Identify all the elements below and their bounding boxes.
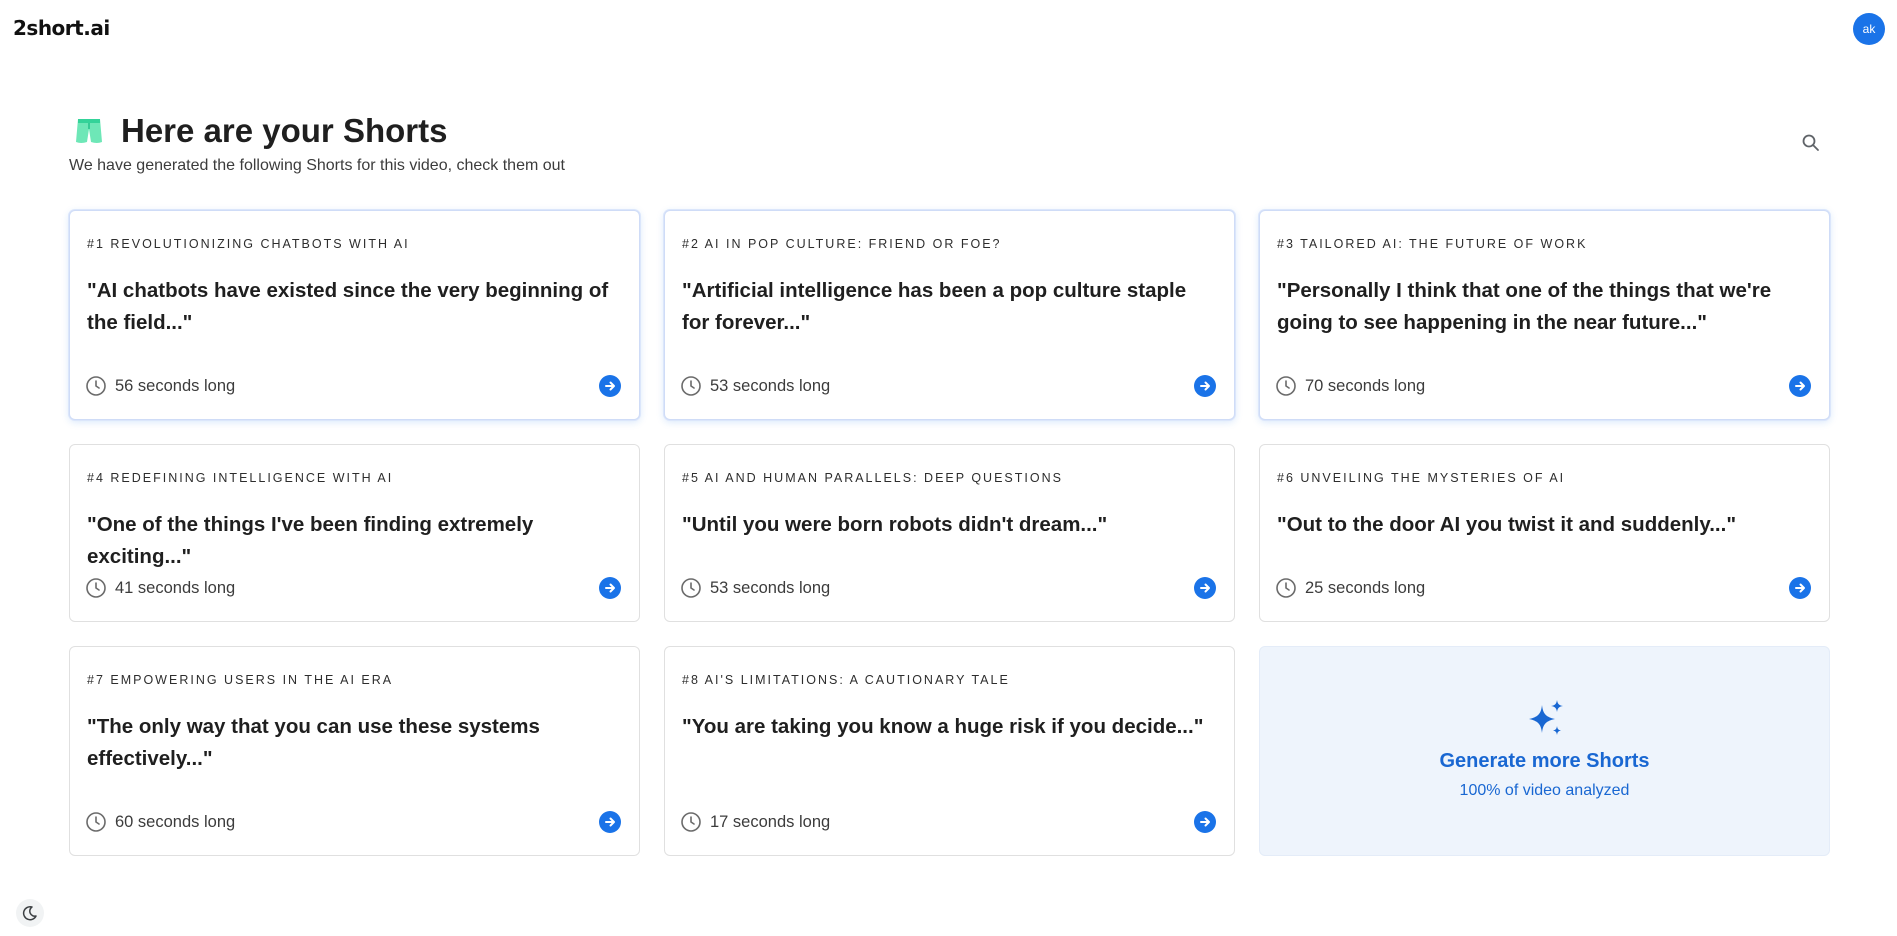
avatar[interactable]: ak	[1853, 13, 1885, 45]
top-bar: 2short.ai ak	[0, 0, 1897, 60]
short-card-7[interactable]: #7 EMPOWERING USERS IN THE AI ERA "The o…	[69, 646, 640, 856]
short-title: #4 REDEFINING INTELLIGENCE WITH AI	[87, 471, 394, 485]
generate-more-shorts-button[interactable]: Generate more Shorts 100% of video analy…	[1259, 646, 1830, 856]
short-quote: "Until you were born robots didn't dream…	[682, 513, 1108, 536]
logo[interactable]: 2short.ai	[13, 16, 110, 40]
short-quote: "You are taking you know a huge risk if …	[682, 715, 1204, 738]
short-card-8[interactable]: #8 AI'S LIMITATIONS: A CAUTIONARY TALE "…	[664, 646, 1235, 856]
page-title: Here are your Shorts	[121, 112, 448, 149]
short-title: #8 AI'S LIMITATIONS: A CAUTIONARY TALE	[682, 673, 1010, 687]
open-short-button[interactable]	[1194, 577, 1216, 599]
short-title: #6 UNVEILING THE MYSTERIES OF AI	[1277, 471, 1566, 485]
shorts-grid: #1 REVOLUTIONIZING CHATBOTS WITH AI "AI …	[69, 210, 1831, 880]
arrow-right-icon	[605, 817, 615, 827]
duration-text: 60 seconds long	[115, 812, 236, 831]
short-duration: 56 seconds long	[85, 375, 235, 397]
clock-icon	[86, 812, 106, 832]
duration-text: 53 seconds long	[710, 578, 831, 597]
short-title: #1 REVOLUTIONIZING CHATBOTS WITH AI	[87, 237, 410, 251]
moon-icon	[22, 905, 37, 921]
short-duration: 53 seconds long	[680, 375, 830, 397]
open-short-button[interactable]	[599, 375, 621, 397]
sparkles-icon	[1529, 700, 1563, 735]
short-title: #7 EMPOWERING USERS IN THE AI ERA	[87, 673, 394, 687]
arrow-right-icon	[1200, 583, 1210, 593]
short-quote: "One of the things I've been finding ext…	[87, 513, 534, 568]
arrow-right-icon	[605, 583, 615, 593]
short-duration: 25 seconds long	[1275, 577, 1425, 599]
clock-icon	[86, 578, 106, 598]
short-duration: 17 seconds long	[680, 811, 830, 833]
duration-text: 25 seconds long	[1305, 578, 1426, 597]
short-card-5[interactable]: #5 AI AND HUMAN PARALLELS: DEEP QUESTION…	[664, 444, 1235, 622]
search-icon	[1802, 134, 1819, 151]
open-short-button[interactable]	[599, 811, 621, 833]
duration-text: 70 seconds long	[1305, 376, 1426, 395]
short-quote: "Artificial intelligence has been a pop …	[682, 279, 1187, 334]
duration-text: 56 seconds long	[115, 376, 236, 395]
clock-icon	[1276, 578, 1296, 598]
arrow-right-icon	[1200, 381, 1210, 391]
short-duration: 70 seconds long	[1275, 375, 1425, 397]
open-short-button[interactable]	[1789, 375, 1811, 397]
short-card-3[interactable]: #3 TAILORED AI: THE FUTURE OF WORK "Pers…	[1259, 210, 1830, 420]
open-short-button[interactable]	[1789, 577, 1811, 599]
duration-text: 41 seconds long	[115, 578, 236, 597]
generate-title: Generate more Shorts	[1439, 750, 1650, 772]
theme-toggle-button[interactable]	[16, 899, 44, 927]
short-duration: 60 seconds long	[85, 811, 235, 833]
short-title: #2 AI IN POP CULTURE: FRIEND OR FOE?	[682, 237, 1002, 251]
short-card-6[interactable]: #6 UNVEILING THE MYSTERIES OF AI "Out to…	[1259, 444, 1830, 622]
duration-text: 53 seconds long	[710, 376, 831, 395]
short-duration: 53 seconds long	[680, 577, 830, 599]
clock-icon	[1276, 376, 1296, 396]
arrow-right-icon	[1795, 381, 1805, 391]
short-quote: "AI chatbots have existed since the very…	[87, 279, 609, 334]
shorts-icon	[76, 119, 102, 143]
short-card-2[interactable]: #2 AI IN POP CULTURE: FRIEND OR FOE? "Ar…	[664, 210, 1235, 420]
analysis-progress-text: 100% of video analyzed	[1459, 782, 1630, 799]
open-short-button[interactable]	[599, 577, 621, 599]
clock-icon	[86, 376, 106, 396]
clock-icon	[681, 376, 701, 396]
clock-icon	[681, 578, 701, 598]
search-button[interactable]	[1796, 128, 1826, 158]
clock-icon	[681, 812, 701, 832]
arrow-right-icon	[1795, 583, 1805, 593]
short-card-4[interactable]: #4 REDEFINING INTELLIGENCE WITH AI "One …	[69, 444, 640, 622]
arrow-right-icon	[1200, 817, 1210, 827]
short-card-1[interactable]: #1 REVOLUTIONIZING CHATBOTS WITH AI "AI …	[69, 210, 640, 420]
arrow-right-icon	[605, 381, 615, 391]
page-subtitle: We have generated the following Shorts f…	[69, 157, 565, 174]
short-quote: "Personally I think that one of the thin…	[1277, 279, 1772, 334]
short-title: #3 TAILORED AI: THE FUTURE OF WORK	[1277, 237, 1588, 251]
short-title: #5 AI AND HUMAN PARALLELS: DEEP QUESTION…	[682, 471, 1063, 485]
short-duration: 41 seconds long	[85, 577, 235, 599]
open-short-button[interactable]	[1194, 811, 1216, 833]
page-header: Here are your Shorts We have generated t…	[69, 110, 1831, 180]
short-quote: "Out to the door AI you twist it and sud…	[1277, 513, 1737, 536]
open-short-button[interactable]	[1194, 375, 1216, 397]
short-quote: "The only way that you can use these sys…	[87, 715, 540, 770]
duration-text: 17 seconds long	[710, 812, 831, 831]
